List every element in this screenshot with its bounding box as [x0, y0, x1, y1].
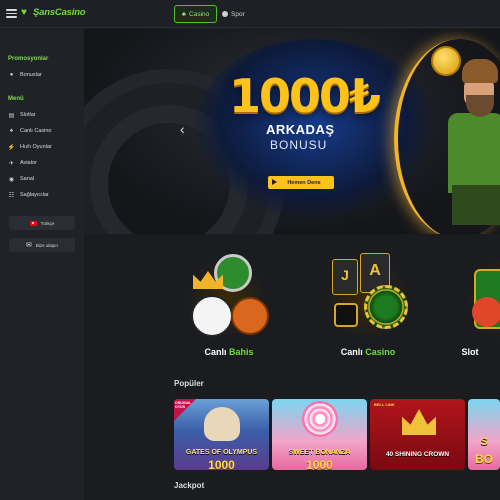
menu-icon[interactable]	[6, 9, 17, 18]
contact-button[interactable]: ✉ Bize ulaşın	[9, 238, 75, 252]
popular-games-row: ORIJINAL OYUN GATES OF OLYMPUS 1000 SWEE…	[174, 399, 500, 471]
brand-name: ŞansCasino	[33, 7, 86, 18]
game-title: 40 SHINING CROWN	[385, 451, 450, 458]
mail-icon: ✉	[26, 242, 32, 249]
banner-amount: 1000₺	[229, 69, 381, 123]
chevron-left-icon[interactable]: ‹	[180, 121, 185, 137]
sidebar-item-virtual[interactable]: ◉ Sanal	[8, 173, 34, 185]
top-bar: ♥ ŞansCasino ♣ Casino Spor	[0, 0, 500, 28]
category-label: Canlı Bahis	[204, 347, 254, 357]
sidebar-item-label: Sağlayıcılar	[20, 192, 49, 198]
game-title: GATES OF OLYMPUS	[185, 449, 258, 456]
banner-cta-label: Hemen Dene	[287, 179, 321, 186]
game-card-40-shining-crown[interactable]: BELL LINK 40 SHINING CROWN	[370, 399, 465, 470]
game-subtitle: 1000	[208, 458, 235, 470]
sidebar-item-label: Hızlı Oyunlar	[20, 144, 52, 150]
chips-icon: J A	[318, 249, 418, 349]
category-live-betting[interactable]: Canlı Bahis	[169, 241, 289, 371]
menu-heading: Menü	[8, 96, 24, 102]
turkey-flag-icon	[29, 220, 37, 226]
category-slot[interactable]: Slot	[440, 241, 500, 371]
sports-icon	[179, 249, 279, 349]
sidebar-item-aviator[interactable]: ✈ Aviator	[8, 157, 37, 169]
sidebar-item-providers[interactable]: ☷ Sağlayıcılar	[8, 189, 49, 201]
providers-icon: ☷	[8, 192, 15, 199]
globe-icon: ◉	[8, 176, 15, 183]
play-arrow-icon	[272, 179, 277, 185]
game-badge: BELL LINK	[374, 402, 395, 407]
banner-line-1: ARKADAŞ	[266, 122, 335, 137]
category-label: Canlı Casino	[340, 347, 396, 357]
section-jackpot-title: Jackpot	[174, 481, 205, 490]
main-content: 1000₺ ARKADAŞ BONUSU Hemen Dene ‹ Canlı …	[84, 29, 500, 500]
ball-icon	[222, 11, 228, 17]
contact-label: Bize ulaşın	[35, 242, 58, 248]
game-subtitle: 1000	[306, 458, 333, 470]
promo-banner[interactable]: 1000₺ ARKADAŞ BONUSU Hemen Dene ‹	[84, 29, 500, 234]
tab-spor-label: Spor	[231, 10, 245, 18]
game-card-sweet-bonanza[interactable]: SWEET BONANZA 1000	[272, 399, 367, 470]
sidebar-item-label: Slotlar	[20, 112, 36, 118]
sidebar-item-label: Aviator	[20, 160, 38, 166]
sidebar-item-fast-games[interactable]: ⚡ Hızlı Oyunlar	[8, 141, 52, 153]
promotions-heading: Promosyonlar	[8, 56, 49, 62]
lightning-icon: ⚡	[7, 144, 16, 151]
cards-icon: ♠	[9, 128, 14, 134]
casino-icon: ♣	[181, 10, 187, 18]
mascot-image	[444, 57, 500, 227]
banner-line-2: BONUSU	[270, 138, 328, 152]
game-subtitle: BO	[475, 452, 493, 466]
tab-casino[interactable]: ♣ Casino	[174, 5, 217, 23]
banner-cta-button[interactable]: Hemen Dene	[268, 176, 334, 189]
tab-spor[interactable]: Spor	[222, 5, 245, 23]
sidebar-item-slots[interactable]: ▤ Slotlar	[8, 109, 36, 121]
category-label: Slot	[461, 347, 479, 357]
tab-casino-label: Casino	[189, 10, 210, 18]
game-title: S	[480, 436, 488, 448]
plane-icon: ✈	[8, 160, 15, 167]
game-title: SWEET BONANZA	[288, 449, 351, 456]
sidebar-item-label: Sanal	[20, 176, 35, 182]
category-tiles: Canlı Bahis J A Canlı Casino Slot	[84, 241, 500, 381]
sidebar-item-label: Bonuslar	[20, 72, 42, 78]
heart-icon: ♥	[21, 6, 27, 18]
game-card-gates-of-olympus[interactable]: ORIJINAL OYUN GATES OF OLYMPUS 1000	[174, 399, 269, 470]
brand-logo[interactable]: ♥ ŞansCasino	[21, 6, 86, 18]
game-badge: ORIJINAL OYUN	[175, 401, 192, 409]
sidebar-item-label: Canlı Casino	[20, 128, 52, 134]
gift-icon: ●	[9, 72, 14, 78]
slot-icon: ▤	[8, 112, 15, 119]
language-button[interactable]: Türkçe	[9, 216, 75, 230]
category-live-casino[interactable]: J A Canlı Casino	[308, 241, 428, 371]
language-label: Türkçe	[40, 220, 55, 226]
sidebar: Promosyonlar ● Bonuslar Menü ▤ Slotlar ♠…	[0, 29, 84, 500]
game-card-partial[interactable]: S BO	[468, 399, 500, 470]
slot-machine-icon	[450, 249, 500, 349]
sidebar-item-live-casino[interactable]: ♠ Canlı Casino	[8, 125, 52, 137]
sidebar-item-bonuses[interactable]: ● Bonuslar	[8, 69, 42, 81]
section-popular-title: Popüler	[174, 379, 204, 388]
